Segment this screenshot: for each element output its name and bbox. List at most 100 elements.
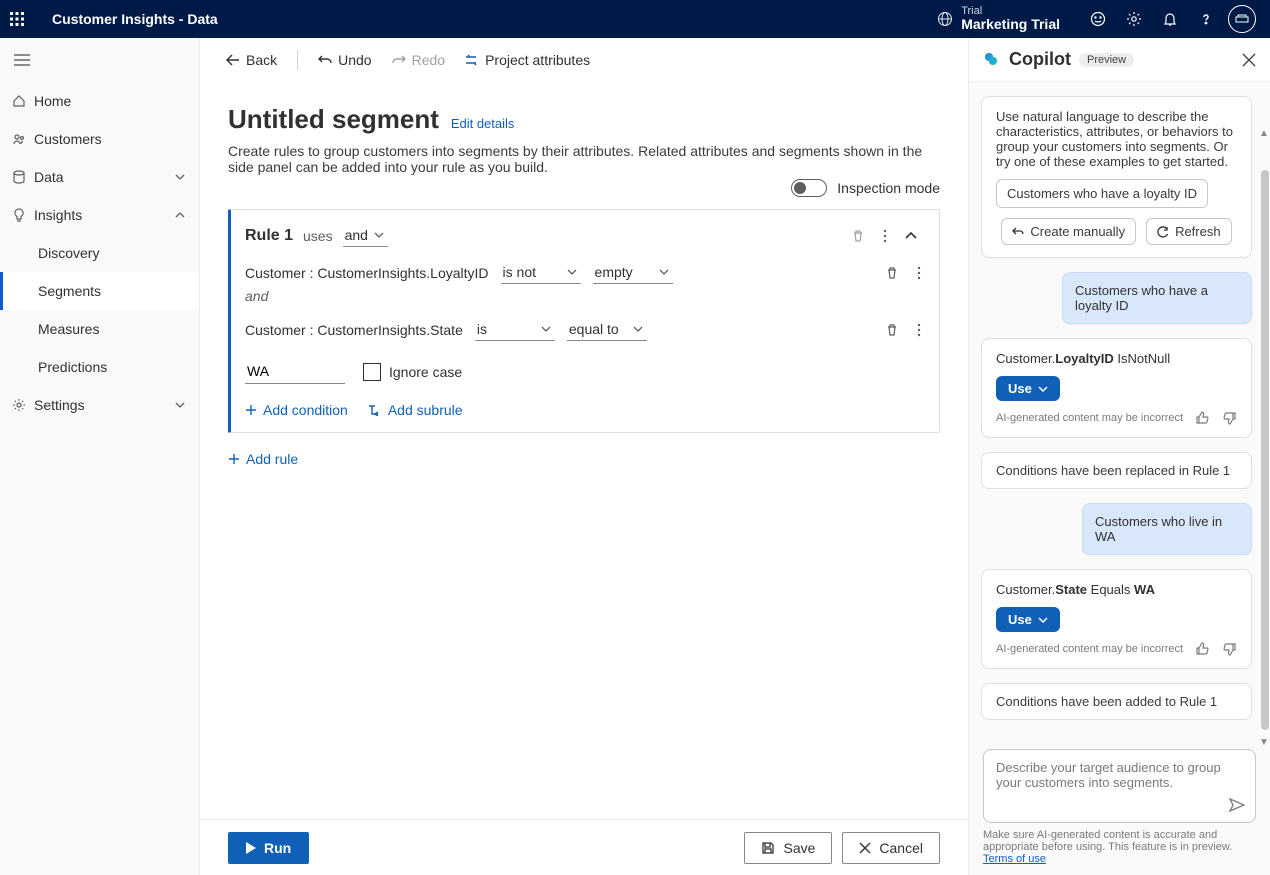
copilot-footnote: Make sure AI-generated content is accura… [969,829,1270,875]
terms-link[interactable]: Terms of use [983,853,1046,865]
ai-disclaimer: AI-generated content may be incorrect [996,643,1183,655]
condition-more-icon[interactable] [917,266,921,280]
nav-measures[interactable]: Measures [0,310,199,348]
nav-segments[interactable]: Segments [0,272,199,310]
project-attributes-button[interactable]: Project attributes [457,46,598,74]
rule-more-icon[interactable] [879,225,891,247]
condition-delete-icon[interactable] [885,266,899,280]
condition-row-2: Customer : CustomerInsights.State is equ… [245,318,921,341]
undo-icon [318,54,332,66]
notifications-icon[interactable] [1152,0,1188,38]
globe-icon [937,11,953,27]
nav-data-label: Data [34,169,64,185]
copilot-expression: Customer.State Equals WA [996,582,1237,597]
subrule-icon [368,404,382,416]
command-bar: Back Undo Redo Project attributes [200,38,968,82]
scrollbar-track[interactable]: ▲ ▼ [1260,82,1270,875]
back-button[interactable]: Back [218,46,285,74]
save-icon [761,841,775,855]
scrollbar-thumb[interactable] [1261,170,1269,730]
insights-icon [12,208,34,222]
environment-name: Marketing Trial [961,17,1060,32]
send-icon[interactable] [1229,798,1245,812]
data-icon [12,170,34,184]
user-avatar[interactable] [1224,0,1260,38]
condition-attribute: Customer : CustomerInsights.LoyaltyID [245,265,489,281]
nav-insights[interactable]: Insights [0,196,199,234]
edit-details-link[interactable]: Edit details [451,116,515,131]
chevron-down-icon [1038,386,1048,392]
add-rule-button[interactable]: Add rule [228,451,298,467]
condition-operator-dropdown[interactable]: is [475,318,555,341]
inspection-toggle[interactable] [791,179,827,197]
feedback-icon[interactable] [1080,0,1116,38]
top-bar: Customer Insights - Data Trial Marketing… [0,0,1270,38]
rule-delete-icon[interactable] [847,225,869,247]
chevron-down-icon [633,326,643,332]
copilot-panel: Copilot Preview Use natural language to … [968,38,1270,875]
settings-icon[interactable] [1116,0,1152,38]
refresh-icon [1157,226,1169,238]
condition-value-dropdown[interactable]: equal to [567,318,647,341]
copilot-response-card: Customer.LoyaltyID IsNotNull Use AI-gene… [981,338,1252,438]
nav-settings[interactable]: Settings [0,386,199,424]
chevron-down-icon [541,326,551,332]
rule-collapse-icon[interactable] [901,228,921,244]
condition-join: and [245,288,921,304]
refresh-button[interactable]: Refresh [1146,218,1232,245]
condition-more-icon[interactable] [917,323,921,337]
help-icon[interactable] [1188,0,1224,38]
copilot-input[interactable]: Describe your target audience to group y… [983,749,1256,823]
add-condition-button[interactable]: Add condition [245,402,348,418]
thumbs-down-icon[interactable] [1223,642,1237,656]
copilot-close-icon[interactable] [1242,53,1256,67]
thumbs-down-icon[interactable] [1223,411,1237,425]
copilot-header: Copilot Preview [969,38,1270,82]
rule-operator-dropdown[interactable]: and [343,224,388,247]
add-subrule-button[interactable]: Add subrule [368,402,463,418]
copilot-expression: Customer.LoyaltyID IsNotNull [996,351,1237,366]
create-manually-button[interactable]: Create manually [1001,218,1136,245]
close-icon [859,842,871,854]
ai-disclaimer: AI-generated content may be incorrect [996,412,1183,424]
copilot-info-card: Conditions have been added to Rule 1 [981,683,1252,720]
segment-title: Untitled segment [228,104,439,135]
thumbs-up-icon[interactable] [1195,642,1209,656]
nav-home[interactable]: Home [0,82,199,120]
nav-insights-label: Insights [34,207,82,223]
copilot-intro-card: Use natural language to describe the cha… [981,96,1252,258]
chevron-down-icon [659,269,669,275]
redo-button[interactable]: Redo [384,46,453,74]
redo-icon [392,54,406,66]
ignore-case-option[interactable]: Ignore case [363,363,462,381]
cancel-button[interactable]: Cancel [842,832,940,864]
nav-discovery[interactable]: Discovery [0,234,199,272]
condition-operator-dropdown[interactable]: is not [501,261,581,284]
save-button[interactable]: Save [744,832,832,864]
copilot-response-card: Customer.State Equals WA Use AI-generate… [981,569,1252,669]
nav-predictions[interactable]: Predictions [0,348,199,386]
copilot-suggestion-pill[interactable]: Customers who have a loyalty ID [996,179,1208,208]
condition-attribute: Customer : CustomerInsights.State [245,322,463,338]
use-button[interactable]: Use [996,376,1060,401]
thumbs-up-icon[interactable] [1195,411,1209,425]
run-button[interactable]: Run [228,832,309,864]
use-button[interactable]: Use [996,607,1060,632]
scroll-down-icon[interactable]: ▼ [1259,737,1269,747]
condition-delete-icon[interactable] [885,323,899,337]
play-icon [246,842,256,854]
condition-value-input[interactable] [245,359,345,384]
chevron-down-icon [175,402,185,408]
app-launcher-icon[interactable] [10,12,42,26]
condition-value-dropdown[interactable]: empty [593,261,673,284]
nav-data[interactable]: Data [0,158,199,196]
project-attributes-icon [465,54,479,66]
nav-collapse-icon[interactable] [0,38,199,82]
undo-button[interactable]: Undo [310,46,379,74]
scroll-up-icon[interactable]: ▲ [1259,128,1269,138]
left-nav: Home Customers Data Insights Discovery S… [0,38,200,875]
environment-picker[interactable]: Trial Marketing Trial [937,5,1060,32]
copilot-info-card: Conditions have been replaced in Rule 1 [981,452,1252,489]
copilot-input-placeholder: Describe your target audience to group y… [996,760,1221,790]
nav-customers[interactable]: Customers [0,120,199,158]
